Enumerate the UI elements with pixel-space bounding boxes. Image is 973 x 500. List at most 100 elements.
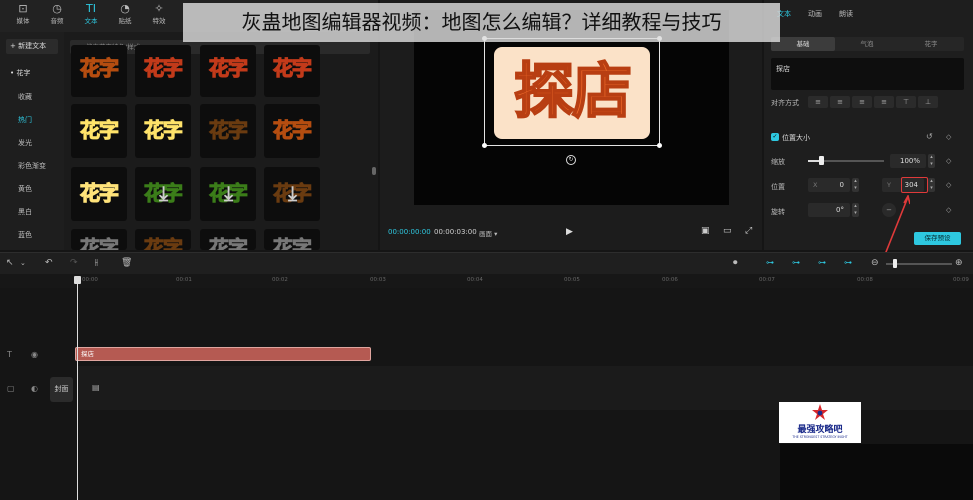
sidebar-item-glow[interactable]: 发光 — [18, 138, 32, 148]
align-left-icon[interactable]: ≡ — [808, 96, 828, 108]
ratio-dropdown[interactable]: 画面 ▾ — [479, 228, 497, 238]
effect-tile[interactable]: 花字 ⤓ — [200, 167, 256, 221]
scale-field[interactable]: 100% — [890, 154, 926, 168]
timeline-ruler[interactable] — [0, 274, 973, 288]
keyframe-icon[interactable]: ◇ — [946, 157, 951, 165]
effect-tile[interactable]: 花字 — [264, 104, 320, 158]
effect-tile[interactable]: 花字 — [264, 45, 320, 97]
audio-toggle-icon[interactable]: ◐ — [31, 384, 38, 393]
playhead-handle[interactable] — [74, 276, 81, 284]
scale-stepper[interactable]: ▴ ▾ — [928, 154, 935, 168]
position-size-checkbox[interactable]: ✓ — [771, 133, 779, 141]
undo-icon[interactable]: ↶ — [45, 258, 53, 268]
effects-scrollbar[interactable] — [372, 167, 376, 175]
delete-icon[interactable]: 🗑 — [121, 258, 132, 268]
effect-tile[interactable]: 花字 — [200, 104, 256, 158]
preview-axis-icon[interactable]: ⊶ — [844, 258, 852, 267]
effect-tile[interactable]: 花字 — [200, 45, 256, 97]
sidebar-item-blue[interactable]: 蓝色 — [18, 230, 32, 240]
tool-audio[interactable]: ◷ 音频 — [40, 2, 74, 30]
eye-icon[interactable]: ◉ — [31, 350, 38, 359]
tool-sticker[interactable]: ◔ 贴纸 — [108, 2, 142, 30]
banner-text: 灰蛊地图编辑器视频：地图怎么编辑？详细教程与技巧 — [241, 10, 722, 34]
tool-media[interactable]: ⊡ 媒体 — [6, 2, 40, 30]
tool-effects[interactable]: ✧ 特效 — [142, 2, 176, 30]
linkage-icon[interactable]: ⊶ — [818, 258, 826, 267]
microphone-icon[interactable]: ⏺ — [733, 258, 738, 268]
split-icon[interactable]: ⫲ — [95, 258, 98, 268]
effect-tile[interactable]: 花字 — [135, 45, 191, 97]
ruler-tick: 00:08 — [857, 277, 873, 283]
sidebar-item-huazi[interactable]: • 花字 — [10, 68, 30, 78]
snap-icon[interactable]: ⊶ — [792, 258, 800, 267]
subtab-basic[interactable]: 基础 — [771, 37, 835, 51]
waveform-icon[interactable]: ▣ — [701, 226, 710, 236]
keyframe-icon[interactable]: ◇ — [946, 181, 951, 189]
tile-text: 花字 — [144, 118, 184, 143]
new-text-button[interactable]: + 新建文本 — [6, 39, 58, 54]
resize-handle[interactable] — [482, 143, 487, 148]
link-icon[interactable]: ⊶ — [766, 258, 774, 267]
sidebar-item-bw[interactable]: 黑白 — [18, 207, 32, 217]
text-icon: TI — [86, 2, 96, 15]
effect-tile[interactable]: 花字 — [71, 104, 127, 158]
download-icon[interactable]: ⤓ — [200, 180, 256, 219]
align-right-icon[interactable]: ≡ — [852, 96, 872, 108]
crop-icon[interactable]: ▭ — [723, 226, 732, 236]
tab-read-aloud[interactable]: 朗读 — [839, 9, 853, 19]
tile-text: 花字 — [209, 236, 249, 250]
subtab-huazi[interactable]: 花字 — [899, 37, 963, 51]
align-justify-icon[interactable]: ≡ — [874, 96, 894, 108]
rotate-handle-icon[interactable]: ↻ — [566, 155, 576, 165]
align-top-icon[interactable]: ⊤ — [896, 96, 916, 108]
effect-tile[interactable]: 花字 — [71, 229, 127, 250]
effect-tile[interactable]: 花字 — [71, 167, 127, 221]
effect-tile[interactable]: 花字 — [135, 229, 191, 250]
download-icon[interactable]: ⤓ — [264, 180, 320, 219]
reset-icon[interactable]: ↺ — [926, 132, 933, 141]
align-center-icon[interactable]: ≡ — [830, 96, 850, 108]
keyframe-icon[interactable]: ◇ — [946, 133, 951, 141]
position-x-field[interactable]: X0 — [808, 178, 850, 192]
effect-tile[interactable]: 花字 ⤓ — [135, 167, 191, 221]
effect-tile[interactable]: 花字 — [135, 104, 191, 158]
align-bottom-icon[interactable]: ⊥ — [918, 96, 938, 108]
media-icon: ⊡ — [18, 2, 28, 15]
placeholder-clip-icon[interactable]: ▤ — [92, 383, 100, 392]
rotate-stepper[interactable]: ▴ ▾ — [852, 203, 859, 217]
position-x-stepper[interactable]: ▴ ▾ — [852, 178, 859, 192]
rotate-field[interactable]: 0° — [808, 203, 850, 217]
zoom-slider-knob[interactable] — [893, 259, 897, 268]
position-y-stepper[interactable]: ▴ ▾ — [928, 178, 935, 192]
text-clip[interactable]: 探店 — [75, 347, 371, 361]
redo-icon[interactable]: ↷ — [70, 258, 78, 268]
save-preset-button[interactable]: 保存预设 — [914, 232, 961, 245]
effect-tile[interactable]: 花字 — [264, 229, 320, 250]
sidebar-item-hot[interactable]: 热门 — [18, 115, 32, 125]
zoom-out-icon[interactable]: ⊖ — [871, 258, 879, 268]
play-icon[interactable]: ▶ — [566, 227, 573, 237]
text-content-input[interactable]: 探店 — [771, 58, 964, 90]
select-tool-icon[interactable]: ↖ — [6, 258, 14, 268]
effect-tile[interactable]: 花字 — [71, 45, 127, 97]
effect-tile[interactable]: 花字 — [200, 229, 256, 250]
download-icon[interactable]: ⤓ — [135, 180, 191, 219]
sidebar-item-favorites[interactable]: 收藏 — [18, 92, 32, 102]
playhead[interactable] — [77, 282, 78, 500]
selection-box[interactable] — [482, 36, 662, 148]
tool-text[interactable]: TI 文本 — [74, 2, 108, 30]
effect-tile[interactable]: 花字 ⤓ — [264, 167, 320, 221]
chevron-down-icon[interactable]: ⌄ — [20, 259, 26, 267]
cover-button[interactable]: 封面 — [50, 377, 73, 402]
subtab-bubble[interactable]: 气泡 — [835, 37, 899, 51]
fullscreen-icon[interactable]: ⤢ — [745, 226, 752, 236]
ruler-tick: 00:01 — [176, 277, 192, 283]
watermark-logo: 最强攻略吧 THE STRONGEST STRATEGY INGHT — [779, 402, 861, 443]
keyframe-icon[interactable]: ◇ — [946, 206, 951, 214]
sidebar-item-gradient[interactable]: 彩色渐变 — [18, 161, 46, 171]
resize-handle[interactable] — [657, 143, 662, 148]
sidebar-item-yellow[interactable]: 黄色 — [18, 184, 32, 194]
tab-animation[interactable]: 动画 — [808, 9, 822, 19]
scale-slider-knob[interactable] — [818, 156, 824, 165]
zoom-in-icon[interactable]: ⊕ — [955, 258, 963, 268]
